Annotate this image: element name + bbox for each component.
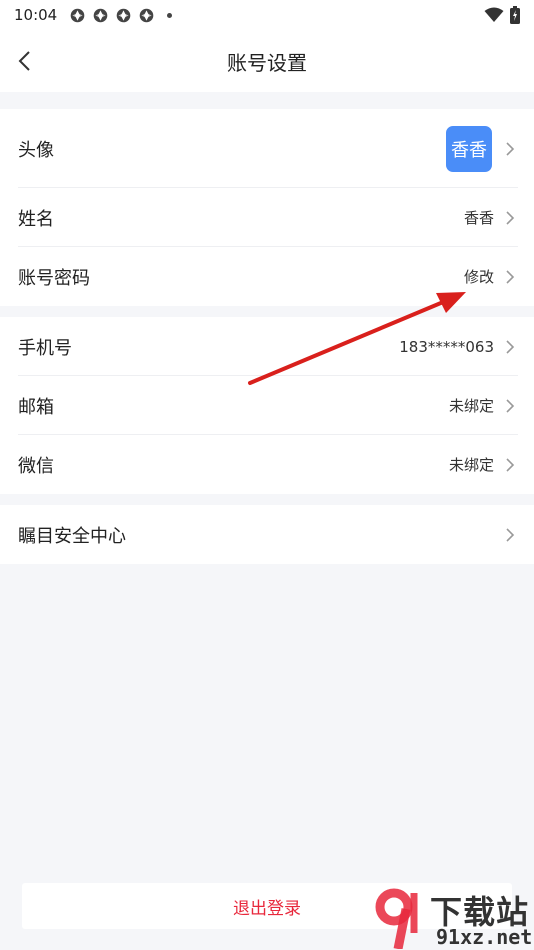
row-wechat[interactable]: 微信 未绑定 [18, 435, 534, 494]
row-email-value: 未绑定 [448, 397, 494, 415]
avatar[interactable]: 香香 [446, 125, 492, 172]
watermark-logo-icon [375, 888, 418, 949]
status-system-icons [484, 6, 520, 24]
row-account-password-label: 账号密码 [18, 267, 90, 289]
watermark: 下载站 91xz.net [368, 885, 534, 950]
chevron-right-icon [506, 141, 515, 156]
row-email[interactable]: 邮箱 未绑定 [18, 376, 534, 435]
battery-icon [510, 6, 520, 24]
settings-group-profile: 头像 香香 姓名 香香 账号密码 修改 [0, 109, 534, 306]
chevron-right-icon [506, 339, 515, 354]
page-title: 账号设置 [227, 51, 307, 75]
row-phone[interactable]: 手机号 183*****063 [18, 317, 534, 376]
row-wechat-label: 微信 [18, 455, 54, 477]
status-time: 10:04 [14, 6, 58, 24]
row-account-password[interactable]: 账号密码 修改 [18, 247, 534, 306]
status-bar: 10:04 [0, 0, 534, 30]
chevron-right-icon [506, 398, 515, 413]
settings-group-security: 瞩目安全中心 [0, 505, 534, 564]
app-icon [93, 8, 108, 22]
row-name-value: 香香 [463, 209, 494, 227]
row-account-password-value: 修改 [463, 268, 494, 286]
row-phone-value: 183*****063 [399, 337, 494, 356]
chevron-right-icon [506, 210, 515, 225]
wifi-icon [484, 7, 504, 22]
app-icon [116, 8, 131, 22]
row-security-center-label: 瞩目安全中心 [18, 525, 126, 547]
chevron-right-icon [506, 527, 515, 542]
row-name-label: 姓名 [18, 208, 54, 230]
row-wechat-value: 未绑定 [448, 456, 494, 474]
watermark-text-url: 91xz.net [436, 925, 533, 949]
row-avatar-label: 头像 [18, 139, 54, 161]
chevron-right-icon [506, 269, 515, 284]
settings-group-bindings: 手机号 183*****063 邮箱 未绑定 微信 未绑定 [0, 317, 534, 494]
nav-bar: 账号设置 [0, 30, 534, 92]
row-avatar[interactable]: 头像 香香 [18, 109, 534, 188]
row-name[interactable]: 姓名 香香 [18, 188, 534, 247]
more-notifications-dot [167, 12, 173, 18]
app-icon [70, 8, 85, 22]
row-email-label: 邮箱 [18, 396, 54, 418]
app-icon [139, 8, 154, 22]
chevron-right-icon [506, 457, 515, 472]
row-phone-label: 手机号 [18, 337, 72, 359]
status-notification-icons [69, 7, 173, 24]
row-security-center[interactable]: 瞩目安全中心 [18, 505, 534, 564]
